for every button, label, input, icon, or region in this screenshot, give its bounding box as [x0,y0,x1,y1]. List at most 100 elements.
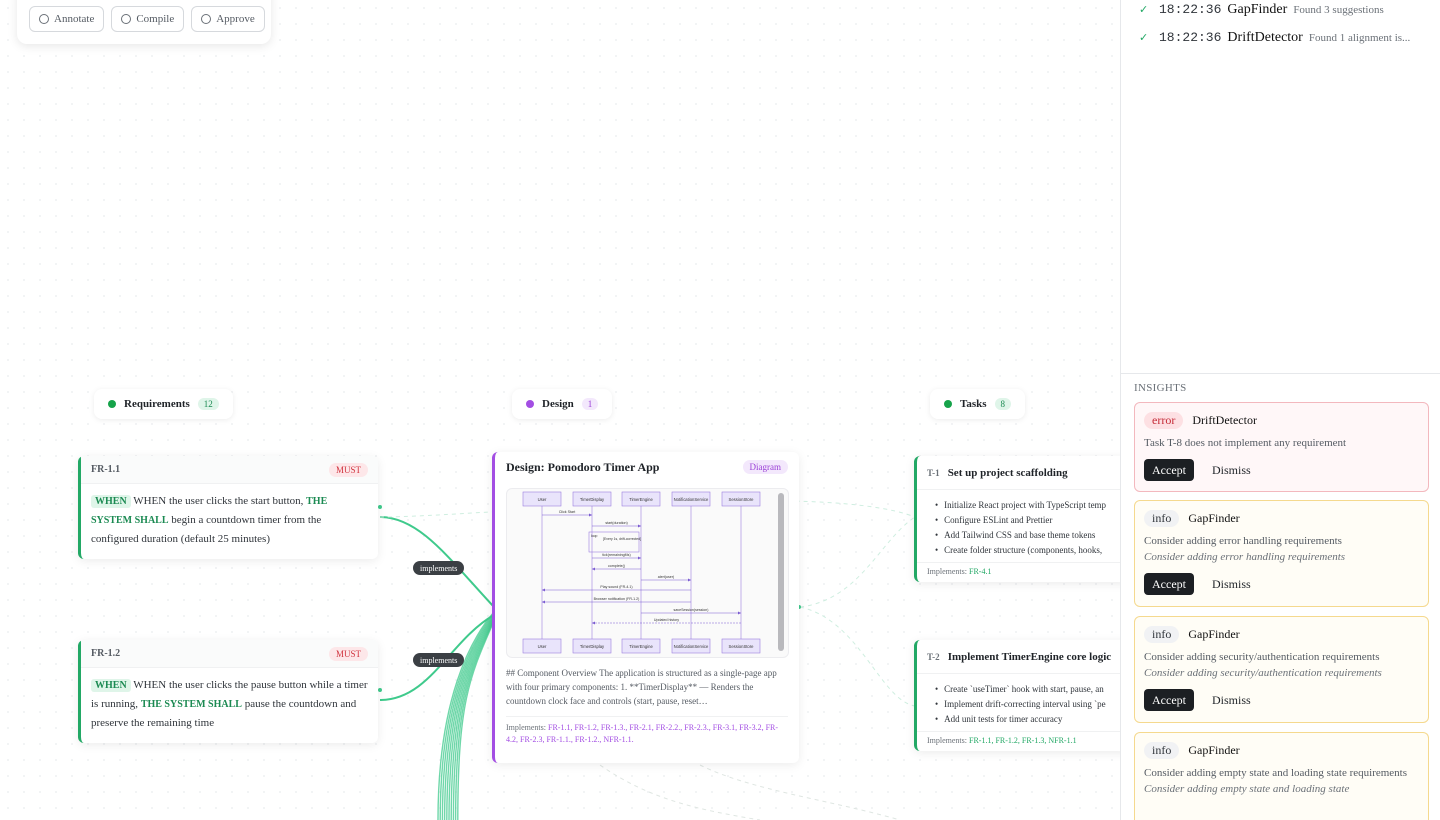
severity-badge: error [1144,412,1184,429]
message-label: Browser notification (FR-1.2) [594,597,640,601]
implements-links[interactable]: FR-4.1 [969,567,991,576]
task-id: T-1 [927,467,940,478]
status-dot-icon [944,400,952,408]
requirement-id: FR-1.1 [91,464,121,475]
insight-agent: DriftDetector [1192,413,1257,427]
requirement-condition: WHEN the user clicks the start button, [133,495,304,507]
task-card[interactable]: T-1 Set up project scaffolding Initializ… [914,456,1120,582]
edge-label-implements[interactable]: implements [413,561,465,575]
implements-links[interactable]: FR-1.1, FR-1.2, FR-1.3., FR-2.1, FR-2.2.… [506,723,778,744]
participant-label: NotificationService [674,497,709,502]
edge-line [799,516,916,608]
dismiss-button[interactable]: Dismiss [1212,577,1251,592]
check-icon: ✓ [1139,3,1149,16]
column-header-design[interactable]: Design 1 [512,389,613,419]
arrow-head [589,513,592,517]
design-implements: Implements: FR-1.1, FR-1.2, FR-1.3., FR-… [506,716,788,746]
insight-suggestion: Consider adding security/authentication … [1144,667,1382,679]
message-label: start(duration) [605,521,627,525]
insight-suggestion: Consider adding error handling requireme… [1144,551,1346,563]
arrow-head [638,556,641,560]
insight-card: info GapFinder Consider adding empty stat… [1134,732,1429,820]
arrow-head [542,588,545,592]
loop-label: loop [591,534,598,538]
column-header-requirements[interactable]: Requirements 12 [94,389,233,419]
task-item: Initialize React project with TypeScript… [935,498,1120,513]
when-keyword: WHEN [91,679,131,692]
requirement-text: WHEN WHEN the user clicks the start butt… [81,484,378,559]
dismiss-button[interactable]: Dismiss [1212,463,1251,478]
insight-agent: GapFinder [1188,627,1240,641]
arrow-head [688,578,691,582]
participant-label: User [538,644,547,649]
requirement-card[interactable]: FR-1.1 MUST WHEN WHEN the user clicks th… [78,456,378,559]
compile-label: Compile [136,13,175,25]
insight-suggestion: Consider adding empty state and loading … [1144,783,1350,795]
insight-text: Consider adding error handling requireme… [1144,535,1342,547]
implements-links[interactable]: FR-1.1, FR-1.2, FR-1.3, NFR-1.1 [969,736,1077,745]
message-label: alert(user) [658,575,674,579]
column-count: 12 [197,398,219,410]
task-title: Implement TimerEngine core logic [947,650,1112,663]
sequence-diagram-svg: User User TimerDisplay TimerDisplay TimerEng… [522,491,761,654]
arrow-head [592,567,595,571]
insight-agent: GapFinder [1188,511,1240,525]
accept-button[interactable]: Accept [1144,459,1194,481]
status-dot-icon [526,400,534,408]
arrow-head [738,611,741,615]
accept-button[interactable]: Accept [1144,573,1194,595]
design-title: Design: Pomodoro Timer App [506,459,660,474]
activity-agent: DriftDetector [1227,30,1303,45]
message-label: saveSession(session) [674,608,709,612]
column-label: Tasks [960,398,987,410]
edge-line [599,764,761,820]
edge-label-implements[interactable]: implements [413,653,465,667]
insight-text: Task T-8 does not implement any requirem… [1144,437,1347,449]
activity-log[interactable]: ✓ 18:22:36 GapFinder Found 3 suggestions… [1121,0,1440,374]
status-dot-icon [108,400,116,408]
loop-condition: [Every 1s, drift-corrected] [603,537,641,541]
participant-label: User [538,497,547,502]
graph-canvas[interactable]: Annotate Compile Approve Requirements 12… [0,0,1120,820]
edge-handle [378,688,382,692]
implements-label: Implements: [927,567,967,576]
insight-agent: GapFinder [1188,743,1240,757]
activity-time: 18:22:36 [1159,30,1222,45]
requirement-text: WHEN WHEN the user clicks the pause butt… [81,668,378,743]
task-card[interactable]: T-2 Implement TimerEngine core logic Cre… [914,640,1120,751]
priority-badge: MUST [328,462,368,477]
task-item: Create `useTimer` hook with start, pause… [935,682,1120,697]
insights-title: INSIGHTS [1134,382,1187,394]
radio-icon [39,14,49,24]
task-item: Configure ESLint and Prettier [935,513,1120,528]
column-header-tasks[interactable]: Tasks 8 [930,389,1026,419]
dismiss-button[interactable]: Dismiss [1212,693,1251,708]
severity-badge: info [1144,742,1180,759]
sequence-diagram[interactable]: User User TimerDisplay TimerDisplay TimerEng… [506,488,789,658]
approve-label: Approve [216,13,255,25]
participant-label: TimerDisplay [580,644,605,649]
insight-card: info GapFinder Consider adding error hand… [1134,500,1429,607]
accept-button[interactable]: Accept [1144,689,1194,711]
task-implements: Implements: FR-4.1 [917,562,1120,582]
message-label: Updated history [654,618,679,622]
approve-button[interactable]: Approve [191,6,265,32]
edge-line [799,606,916,707]
insight-text: Consider adding empty state and loading … [1144,767,1408,779]
message-label: Click Start [559,510,575,514]
priority-badge: MUST [328,646,368,661]
edge-handle [378,505,382,509]
design-card[interactable]: Design: Pomodoro Timer App Diagram User U… [492,452,799,763]
diagram-scrollbar[interactable] [778,493,784,651]
severity-badge: info [1144,626,1180,643]
edge-line [699,764,901,820]
edge-line [437,611,495,820]
participant-label: SessionStore [729,644,755,649]
requirement-card[interactable]: FR-1.2 MUST WHEN WHEN the user clicks th… [78,640,378,743]
task-implements: Implements: FR-1.1, FR-1.2, FR-1.3, NFR-… [917,731,1120,751]
column-count: 1 [581,398,599,410]
annotate-button[interactable]: Annotate [29,6,105,32]
compile-button[interactable]: Compile [111,6,185,32]
check-icon: ✓ [1139,31,1149,44]
insight-card: info GapFinder Consider adding security/a… [1134,616,1429,723]
